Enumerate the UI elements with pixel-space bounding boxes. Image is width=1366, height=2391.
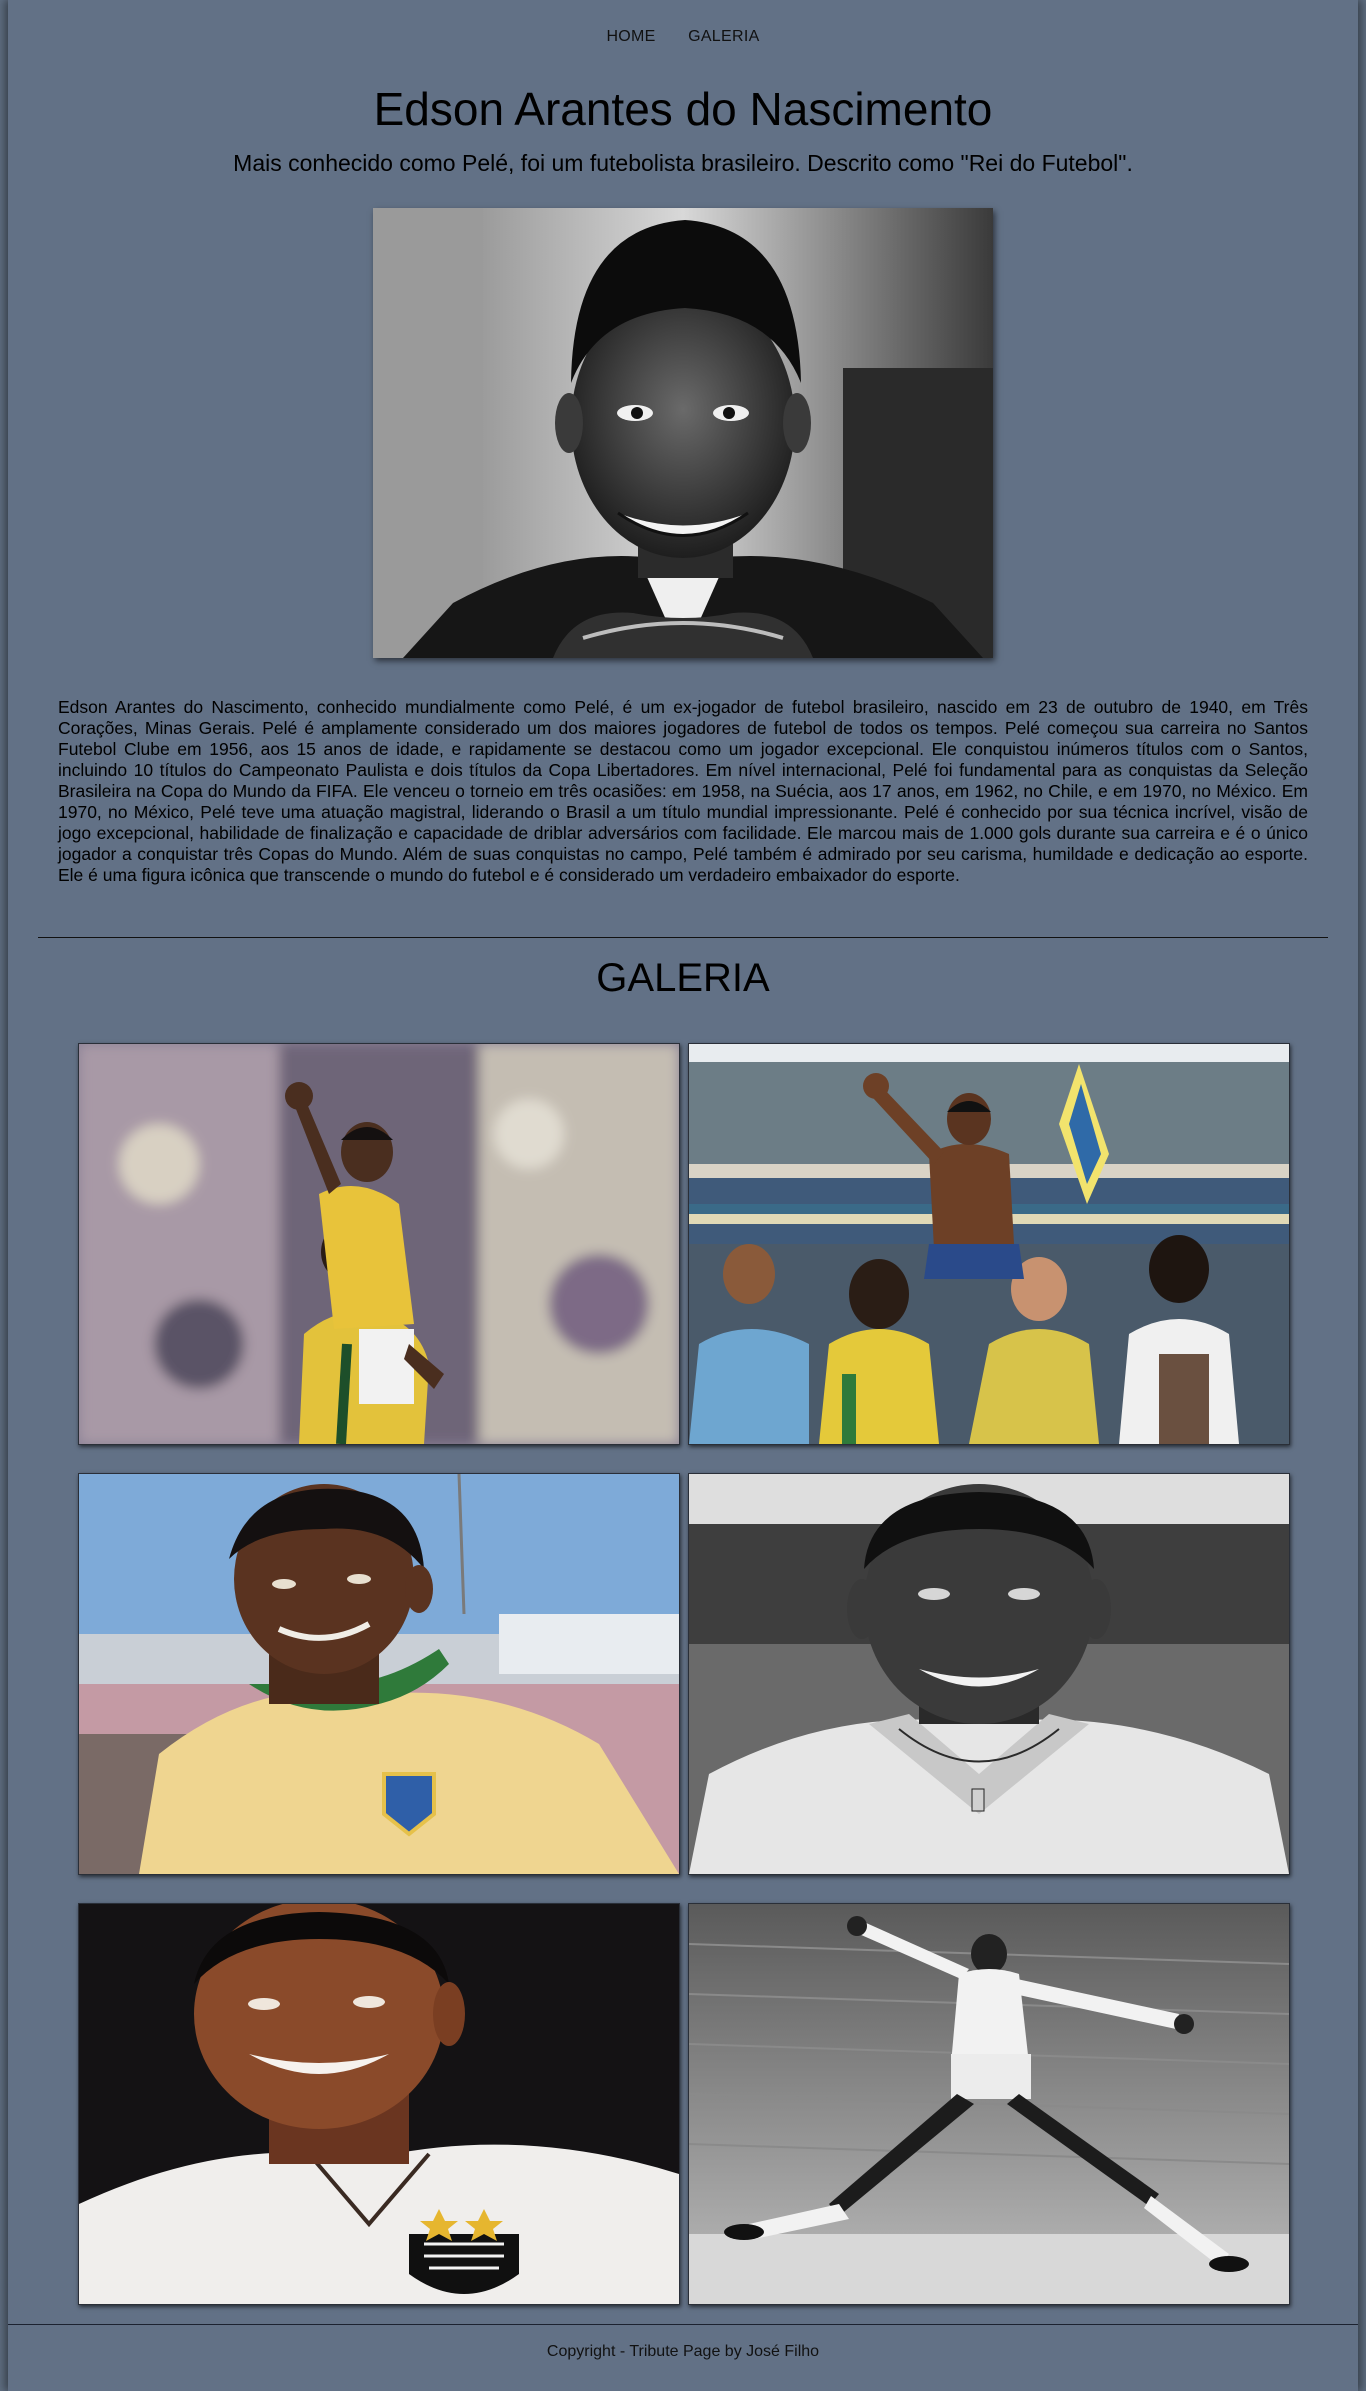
section-divider xyxy=(38,937,1328,938)
nav-galeria-link[interactable]: GALERIA xyxy=(688,28,759,46)
page-title: Edson Arantes do Nascimento xyxy=(373,83,993,135)
top-nav: HOME GALERIA xyxy=(0,28,1366,46)
nav-home-link[interactable]: HOME xyxy=(606,28,655,46)
footer-copyright: Copyright - Tribute Page by José Filho xyxy=(546,2343,820,2360)
gallery-photo-santos-color xyxy=(78,1903,680,2305)
gallery-photo-jump-celebration xyxy=(688,1903,1290,2305)
gallery-photo-celebration xyxy=(78,1043,680,1445)
gallery-photo-yellow-shirt xyxy=(78,1473,680,1875)
page-subtitle: Mais conhecido como Pelé, foi um futebol… xyxy=(233,150,1133,176)
gallery-heading: GALERIA xyxy=(596,956,770,1000)
footer-divider xyxy=(8,2324,1358,2325)
hero-portrait-image xyxy=(373,208,993,658)
gallery-photo-crowd-carry xyxy=(688,1043,1290,1445)
gallery-photo-bw-smile xyxy=(688,1473,1290,1875)
biography-text: Edson Arantes do Nascimento, conhecido m… xyxy=(58,697,1308,885)
